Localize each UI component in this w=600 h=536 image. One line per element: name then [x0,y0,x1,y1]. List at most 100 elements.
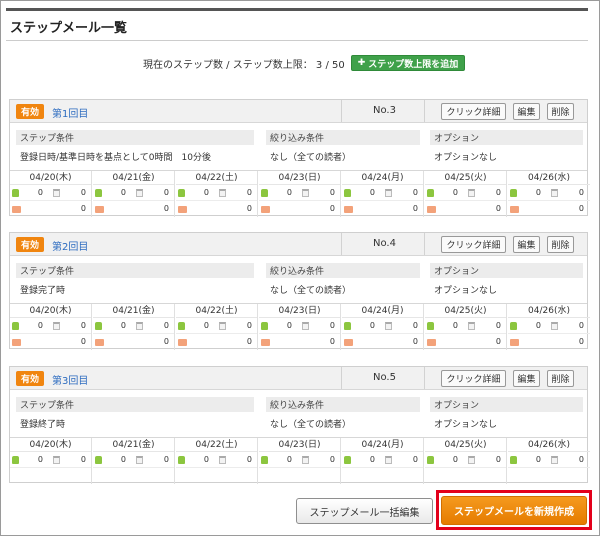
opened-icon [427,322,434,330]
opened-count: 0 [286,321,292,330]
open-trash-row: 00 [176,452,257,468]
click-detail-button[interactable]: クリック詳細 [441,103,506,120]
day-column: 04/23(日) 0 0 0 [259,304,341,350]
day-date: 04/26(水) [508,171,590,185]
step-name-link[interactable]: 第1回目 [52,105,88,120]
add-step-limit-button[interactable]: ✚ ステップ数上限を追加 [350,55,466,71]
day-column: 04/22(土) 0 0 [176,438,258,484]
trashed-count: 0 [329,321,335,330]
filter-condition-value: なし（全ての読者） [270,153,352,163]
clicked-count: 0 [578,204,584,213]
conditions: ステップ条件 登録日時/基準日時を基点として0時間 10分後 絞り込み条件 なし（全て… [16,130,583,166]
bulk-edit-button[interactable]: ステップメール一括編集 [296,498,433,524]
day-date: 04/21(金) [93,438,174,452]
trash-icon [53,322,60,330]
conditions: ステップ条件 登録終了時 絞り込み条件 なし（全ての読者） オプション オプションなし [16,397,583,433]
opened-icon [261,189,268,197]
trashed-count: 0 [578,188,584,197]
opened-count: 0 [535,321,541,330]
header-divider [341,367,342,389]
step-header: 有効 第2回目 No.4 クリック詳細 編集 削除 [10,233,587,256]
trash-icon [302,189,309,197]
click-row: 0 [259,334,340,350]
filter-condition-value: なし（全ての読者） [270,286,352,296]
step-header: 有効 第3回目 No.5 クリック詳細 編集 削除 [10,367,587,390]
opened-icon [12,456,19,464]
clicked-count: 0 [246,337,252,346]
clicked-count: 0 [80,204,86,213]
delete-button[interactable]: 削除 [547,103,574,120]
clicked-count: 0 [163,204,169,213]
open-trash-row: 00 [508,452,590,468]
edit-button[interactable]: 編集 [513,370,540,387]
day-date: 04/22(土) [176,438,257,452]
day-column: 04/25(火) 0 0 0 [425,304,507,350]
day-column: 04/20(木) 0 0 0 [10,304,92,350]
step-name-link[interactable]: 第2回目 [52,238,88,253]
trashed-count: 0 [495,188,501,197]
step-condition-label: ステップ条件 [16,397,254,412]
day-column: 04/21(金) 0 0 [93,438,175,484]
opened-icon [178,456,185,464]
step-card: 有効 第2回目 No.4 クリック詳細 編集 削除ステップ条件 登録完了時 絞り込み条件 なし（… [9,232,590,350]
delete-button[interactable]: 削除 [547,236,574,253]
opened-count: 0 [452,188,458,197]
trashed-count: 0 [163,455,169,464]
step-name-link[interactable]: 第3回目 [52,372,88,387]
open-trash-row: 00 [342,185,423,201]
trash-icon [136,322,143,330]
trashed-count: 0 [163,321,169,330]
open-trash-row: 00 [93,185,174,201]
edit-button[interactable]: 編集 [513,103,540,120]
open-trash-row: 00 [93,452,174,468]
day-column: 04/26(水) 0 0 [508,438,590,484]
day-date: 04/24(月) [342,438,423,452]
header-divider [341,100,342,122]
opened-count: 0 [203,188,209,197]
click-detail-button[interactable]: クリック詳細 [441,370,506,387]
click-row: 0 [508,201,590,217]
title-rule [6,8,588,11]
opened-icon [427,456,434,464]
click-row [508,468,590,484]
day-column: 04/23(日) 0 0 0 [259,171,341,217]
step-condition-column: ステップ条件 登録完了時 [16,263,254,299]
day-date: 04/24(月) [342,171,423,185]
clicked-count: 0 [495,204,501,213]
clicked-count: 0 [80,337,86,346]
trashed-count: 0 [412,455,418,464]
open-trash-row: 00 [176,318,257,334]
clicked-count: 0 [412,337,418,346]
step-condition-column: ステップ条件登録終了時 [16,397,254,433]
opened-icon [12,322,19,330]
open-trash-row: 00 [342,452,423,468]
opened-count: 0 [203,321,209,330]
create-step-mail-button[interactable]: ステップメールを新規作成 [441,496,587,525]
opened-icon [95,456,102,464]
conditions: ステップ条件 登録完了時 絞り込み条件 なし（全ての読者） オプション オプションなし [16,263,583,299]
open-trash-row: 00 [425,452,506,468]
day-column: 04/21(金) 0 0 0 [93,171,175,217]
open-trash-row: 00 [10,185,91,201]
click-row: 0 [176,334,257,350]
day-date: 04/20(木) [10,304,91,318]
edit-button[interactable]: 編集 [513,236,540,253]
opened-icon [261,322,268,330]
step-condition-value: 登録終了時 [20,420,66,430]
day-column: 04/24(月) 0 0 0 [342,304,424,350]
step-card: 有効 第3回目 No.5 クリック詳細 編集 削除 ステップ条件 登録終了時 絞り込み条件 なし（… [9,366,590,484]
day-date: 04/22(土) [176,304,257,318]
opened-count: 0 [369,455,375,464]
open-trash-row: 00 [93,318,174,334]
step-condition-column: ステップ条件 登録日時/基準日時を基点として0時間 10分後 [16,130,254,166]
opened-icon [510,456,517,464]
trash-icon [385,322,392,330]
step-condition-label: ステップ条件 [16,263,254,278]
trash-icon [551,322,558,330]
mail-icon [12,206,21,213]
delete-button[interactable]: 削除 [547,370,574,387]
trash-icon [302,456,309,464]
open-trash-row: 00 [176,185,257,201]
opened-count: 0 [37,321,43,330]
click-detail-button[interactable]: クリック詳細 [441,236,506,253]
